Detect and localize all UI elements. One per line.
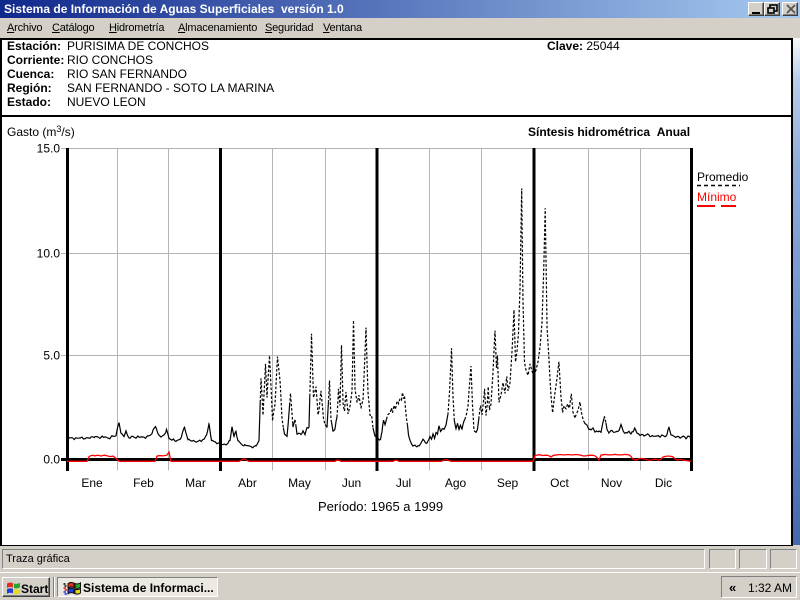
svg-text:Feb: Feb xyxy=(133,476,154,490)
svg-text:Mar: Mar xyxy=(185,476,206,490)
svg-text:Ago: Ago xyxy=(445,476,467,490)
svg-text:Promedio: Promedio xyxy=(697,170,749,184)
svg-text:Jul: Jul xyxy=(396,476,411,490)
svg-text:Nov: Nov xyxy=(601,476,622,490)
svg-text:Oct: Oct xyxy=(550,476,569,490)
svg-text:Período: 1965 a 1999: Período: 1965 a 1999 xyxy=(318,499,443,514)
svg-text:Síntesis hidrométrica Anual: Síntesis hidrométrica Anual xyxy=(528,125,690,139)
svg-text:10.0: 10.0 xyxy=(37,247,61,261)
svg-text:May: May xyxy=(288,476,311,490)
svg-text:0.0: 0.0 xyxy=(43,453,60,467)
svg-text:Abr: Abr xyxy=(238,476,257,490)
svg-text:Dic: Dic xyxy=(655,476,672,490)
svg-text:5.0: 5.0 xyxy=(43,349,60,363)
svg-text:Gasto (m3/s): Gasto (m3/s) xyxy=(7,124,75,139)
svg-text:Jun: Jun xyxy=(342,476,361,490)
svg-text:Sep: Sep xyxy=(497,476,519,490)
svg-text:15.0: 15.0 xyxy=(37,142,61,156)
svg-text:Ene: Ene xyxy=(81,476,103,490)
svg-text:Mínimo: Mínimo xyxy=(697,190,737,204)
